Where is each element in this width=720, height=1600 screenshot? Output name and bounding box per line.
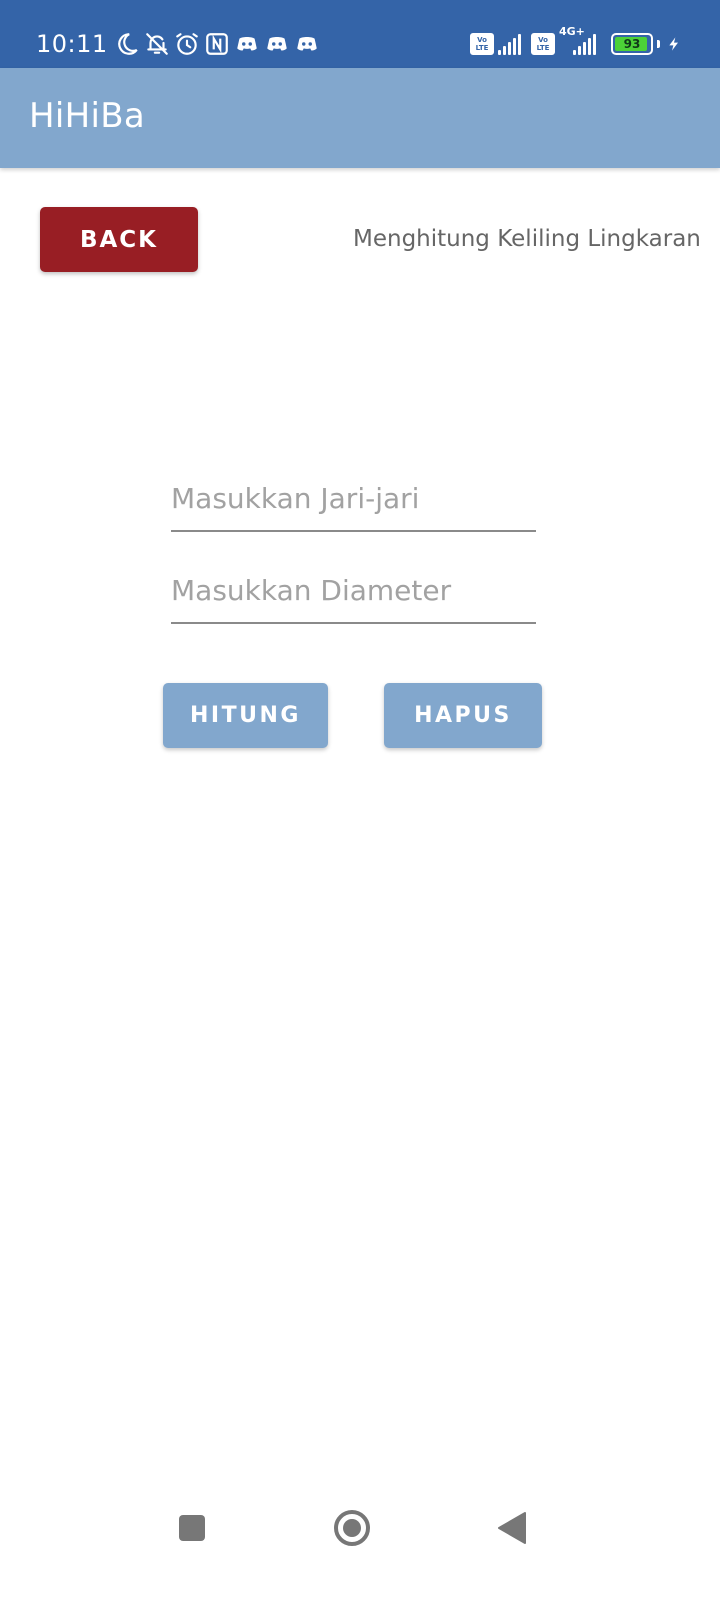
signal-strength-icon — [498, 33, 521, 55]
radius-input[interactable] — [171, 472, 536, 532]
alarm-icon — [174, 31, 200, 57]
signal-strength-icon: 4G+ — [559, 25, 601, 55]
app-title: HiHiBa — [29, 96, 145, 136]
calculate-button[interactable]: HITUNG — [163, 683, 328, 748]
status-bar: 10:11 Vo LTE Vo LTE 4G+ 93 — [0, 0, 720, 68]
status-time: 10:11 — [36, 30, 108, 58]
network-type-label: 4G+ — [559, 25, 585, 38]
navigation-bar — [0, 1480, 720, 1580]
back-icon[interactable] — [490, 1506, 534, 1550]
back-button[interactable]: BACK — [40, 207, 198, 272]
home-icon[interactable] — [330, 1506, 374, 1550]
volte-label-bottom: LTE — [536, 44, 550, 52]
diameter-input[interactable] — [171, 564, 536, 624]
volte-label-bottom: LTE — [475, 44, 489, 52]
volte-badge: Vo LTE — [470, 33, 494, 55]
status-right-group: Vo LTE Vo LTE 4G+ 93 — [470, 25, 686, 60]
recent-apps-icon[interactable] — [170, 1506, 214, 1550]
volte-label-top: Vo — [538, 36, 548, 44]
nfc-icon — [204, 31, 230, 57]
discord-icon — [264, 31, 290, 57]
discord-icon — [234, 31, 260, 57]
volte-badge: Vo LTE — [531, 33, 555, 55]
app-bar: HiHiBa — [0, 68, 720, 168]
page-heading: Menghitung Keliling Lingkaran — [353, 226, 701, 252]
discord-icon — [294, 31, 320, 57]
battery-icon: 93 — [611, 33, 653, 55]
volte-label-top: Vo — [477, 36, 487, 44]
moon-icon — [114, 31, 140, 57]
clear-button[interactable]: HAPUS — [384, 683, 542, 748]
bell-off-icon — [144, 31, 170, 57]
battery-level: 93 — [623, 37, 641, 51]
charging-icon — [666, 31, 682, 57]
battery-tip — [657, 40, 660, 48]
